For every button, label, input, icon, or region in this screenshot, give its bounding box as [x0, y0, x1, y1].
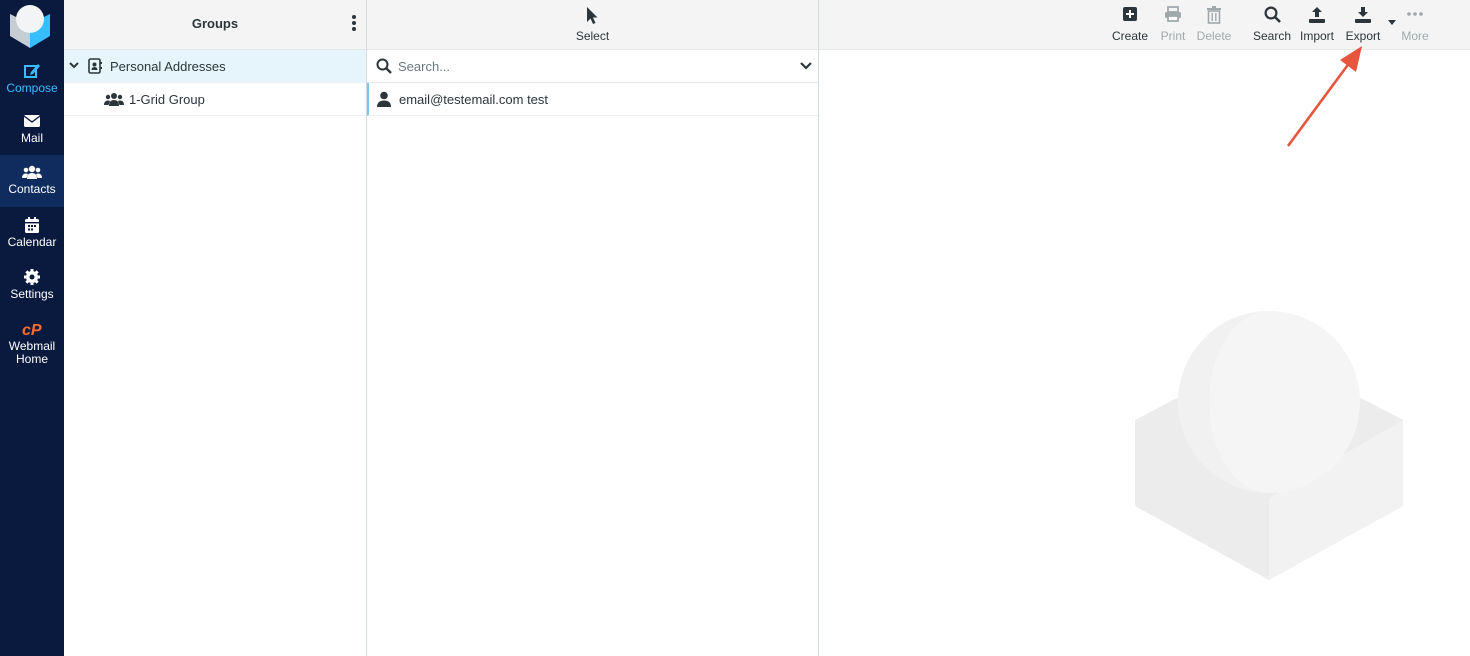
nav-compose[interactable]: Compose	[0, 54, 64, 106]
delete-label: Delete	[1196, 29, 1232, 43]
contacts-list-panel: Select email@testemail.com test	[367, 0, 819, 656]
nav-contacts[interactable]: Contacts	[0, 155, 64, 207]
more-label: More	[1401, 29, 1429, 43]
roundcube-watermark-logo	[1135, 311, 1403, 580]
compose-icon	[24, 64, 40, 78]
nav-settings[interactable]: Settings	[0, 260, 64, 312]
person-icon	[377, 91, 391, 107]
groups-options-icon[interactable]	[350, 15, 358, 33]
upload-icon	[1309, 7, 1325, 23]
nav-calendar[interactable]: Calendar	[0, 208, 64, 260]
envelope-icon	[23, 115, 41, 127]
addressbook-label: Personal Addresses	[110, 59, 226, 74]
svg-text:cP: cP	[22, 322, 42, 338]
more-button[interactable]: More	[1401, 0, 1429, 50]
nav-webmail-home-label-2: Home	[15, 352, 48, 366]
plus-square-icon	[1123, 7, 1137, 21]
list-header: Select	[367, 0, 818, 50]
trash-icon	[1207, 6, 1221, 24]
search-icon	[1263, 6, 1281, 23]
contact-name: email@testemail.com test	[399, 92, 549, 107]
print-button[interactable]: Print	[1159, 0, 1187, 50]
roundcube-logo[interactable]	[6, 2, 54, 50]
export-label: Export	[1345, 29, 1381, 43]
import-button[interactable]: Import	[1300, 0, 1334, 50]
toolbar: Create Print Delete Search Import Export…	[819, 0, 1470, 50]
nav-contacts-label: Contacts	[8, 182, 56, 196]
nav-settings-label: Settings	[10, 287, 54, 301]
nav-mail-label: Mail	[20, 131, 43, 145]
groups-title: Groups	[191, 16, 239, 31]
addressbook-personal[interactable]: Personal Addresses	[64, 50, 366, 83]
search-input[interactable]	[398, 56, 778, 76]
select-button[interactable]: Select	[367, 0, 818, 50]
select-label: Select	[575, 29, 610, 43]
nav-compose-label: Compose	[6, 81, 58, 95]
contact-content-panel: Create Print Delete Search Import Export…	[819, 0, 1470, 656]
chevron-down-icon[interactable]	[800, 61, 812, 71]
app-nav: Compose Mail Contacts Calendar Settings …	[0, 0, 64, 656]
nav-webmail-home[interactable]: cP Webmail Home	[0, 312, 64, 372]
cpanel-icon: cP	[22, 322, 42, 338]
search-label: Search	[1252, 29, 1292, 43]
group-item-label: 1-Grid Group	[129, 92, 205, 107]
calendar-icon	[25, 217, 39, 233]
chevron-down-icon[interactable]	[69, 60, 79, 70]
nav-mail[interactable]: Mail	[0, 104, 64, 156]
search-button[interactable]: Search	[1253, 0, 1291, 50]
export-dropdown-caret-icon[interactable]	[1388, 20, 1396, 26]
download-icon	[1355, 7, 1371, 23]
create-label: Create	[1111, 29, 1149, 43]
search-icon	[376, 58, 392, 74]
delete-button[interactable]: Delete	[1197, 0, 1231, 50]
group-item[interactable]: 1-Grid Group	[64, 83, 366, 116]
nav-calendar-label: Calendar	[7, 235, 57, 249]
import-label: Import	[1299, 29, 1334, 43]
ellipsis-icon	[1407, 12, 1423, 16]
groups-panel: Groups Personal Addresses 1-Grid Group	[64, 0, 367, 656]
contact-search-bar	[367, 50, 818, 83]
address-book-icon	[88, 58, 102, 74]
printer-icon	[1165, 6, 1181, 22]
cursor-pointer-icon	[587, 7, 598, 24]
export-button[interactable]: Export	[1346, 0, 1380, 50]
contact-row[interactable]: email@testemail.com test	[367, 83, 818, 116]
create-button[interactable]: Create	[1112, 0, 1148, 50]
users-icon	[104, 93, 124, 106]
users-icon	[22, 165, 42, 179]
groups-header: Groups	[64, 0, 366, 50]
gear-icon	[24, 269, 40, 285]
